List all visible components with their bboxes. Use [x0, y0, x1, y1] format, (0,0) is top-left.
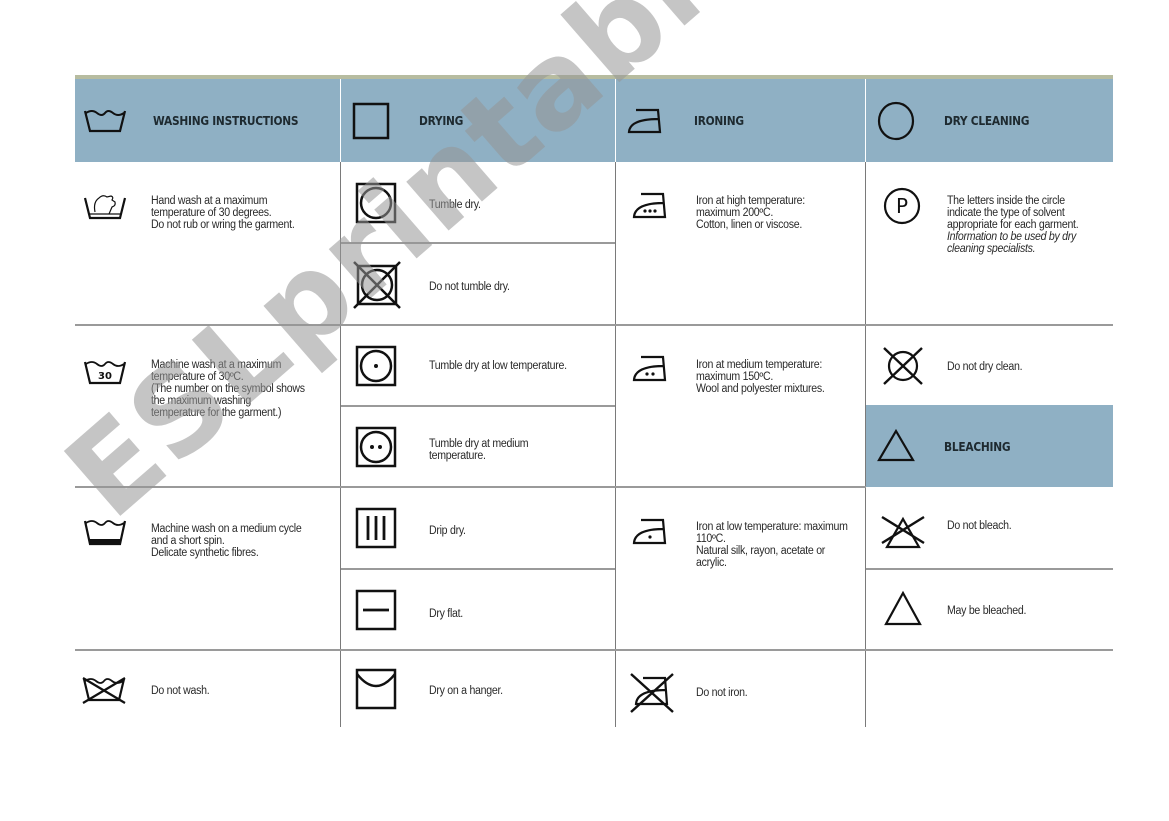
header-ironing: IRONING: [616, 79, 865, 162]
dry-on-hanger-icon: [355, 668, 397, 710]
header-drying: DRYING: [341, 79, 615, 162]
header-label: BLEACHING: [944, 438, 1011, 454]
care-symbols-table: WASHING INSTRUCTIONS DRYING IRONING DRY …: [75, 75, 1113, 727]
svg-text:30: 30: [98, 371, 112, 382]
drip-dry-icon: [355, 507, 397, 549]
header-label: DRY CLEANING: [944, 113, 1030, 128]
ironing-item: Iron at medium temperature: maximum 150º…: [616, 326, 865, 486]
washtub-icon: [75, 108, 135, 134]
drying-item: Tumble dry at medium temperature.: [341, 407, 615, 486]
do-not-bleach-icon: [880, 513, 926, 553]
drying-item: Tumble dry.: [341, 162, 615, 242]
header-label: WASHING INSTRUCTIONS: [153, 113, 299, 128]
dry-cleaning-item: Do not dry clean.: [866, 326, 1113, 405]
iron-icon: [616, 106, 676, 136]
circle-icon: [866, 101, 926, 141]
do-not-tumble-dry-icon: [353, 260, 401, 310]
drying-item: Do not tumble dry.: [341, 244, 615, 324]
do-not-iron-icon: [629, 672, 675, 714]
svg-text:P: P: [896, 194, 908, 218]
bleaching-item: May be bleached.: [866, 570, 1113, 649]
header-label: IRONING: [694, 113, 744, 128]
dry-clean-p-icon: P: [882, 186, 922, 226]
header-label: DRYING: [419, 113, 464, 128]
do-not-wash-icon: [79, 675, 129, 705]
tumble-dry-low-icon: [355, 345, 397, 387]
washing-item: Machine wash on a medium cycle and a sho…: [75, 488, 340, 649]
washing-item: Do not wash.: [75, 651, 340, 727]
header-washing: WASHING INSTRUCTIONS: [75, 79, 340, 162]
washing-item: 30 Machine wash at a maximum temperature…: [75, 326, 340, 486]
may-bleach-icon: [882, 590, 924, 628]
do-not-dry-clean-icon: [880, 345, 926, 387]
dry-flat-icon: [355, 589, 397, 631]
drying-item: Dry on a hanger.: [341, 651, 615, 727]
triangle-icon: [866, 428, 926, 464]
header-dry-cleaning: DRY CLEANING: [866, 79, 1113, 162]
drying-item: Dry flat.: [341, 570, 615, 649]
hand-wash-icon: [83, 192, 127, 222]
machine-wash-30-icon: 30: [83, 359, 127, 387]
iron-high-icon: [631, 190, 671, 222]
iron-medium-icon: [631, 353, 671, 385]
square-icon: [341, 101, 401, 141]
ironing-item: Iron at high temperature: maximum 200ºC.…: [616, 162, 865, 324]
header-bleaching: BLEACHING: [866, 405, 1113, 487]
bleaching-item: Do not bleach.: [866, 487, 1113, 568]
tumble-dry-medium-icon: [355, 426, 397, 468]
washing-item: Hand wash at a maximum temperature of 30…: [75, 162, 340, 324]
ironing-item: Iron at low temperature: maximum 110ºC. …: [616, 488, 865, 649]
drying-item: Tumble dry at low temperature.: [341, 326, 615, 405]
dry-cleaning-item: P The letters inside the circle indicate…: [866, 162, 1113, 324]
iron-low-icon: [631, 516, 671, 548]
tumble-dry-icon: [355, 182, 397, 224]
ironing-item: Do not iron.: [616, 651, 865, 727]
delicate-wash-icon: [83, 518, 127, 548]
drying-item: Drip dry.: [341, 488, 615, 568]
